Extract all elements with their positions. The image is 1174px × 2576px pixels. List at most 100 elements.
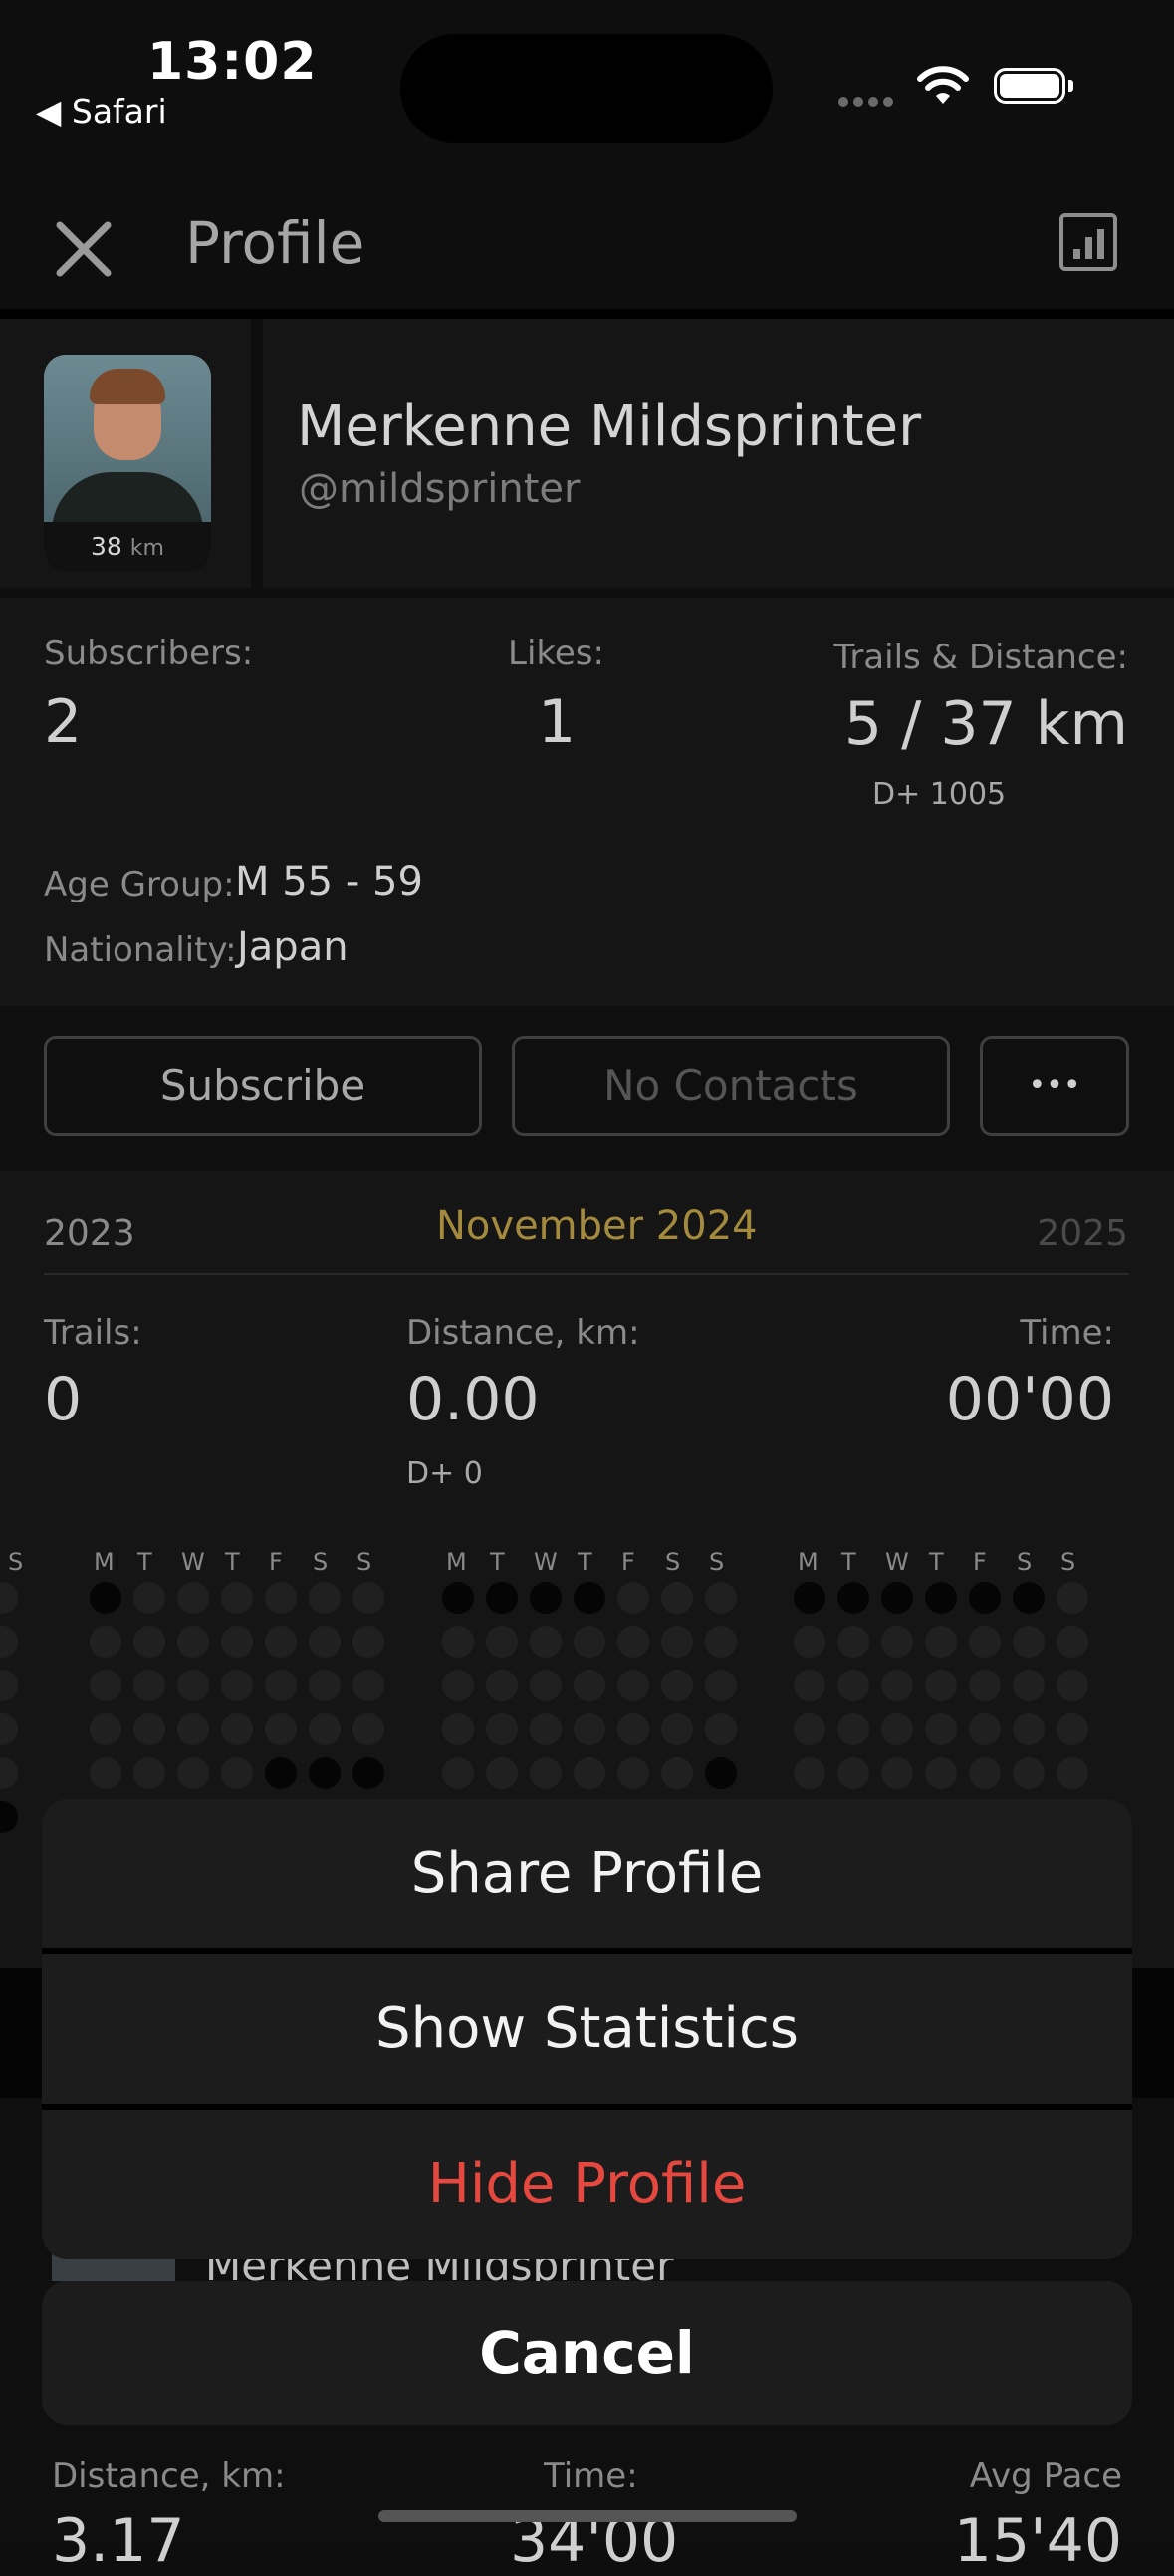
calendar-day-dot xyxy=(530,1626,562,1658)
calendar-day-dot xyxy=(794,1582,825,1614)
prev-year-tab[interactable]: 2023 xyxy=(44,1213,135,1254)
month-time-value: 00'00 xyxy=(945,1365,1114,1434)
calendar-day-dot xyxy=(574,1626,605,1658)
calendar-day-dot xyxy=(265,1582,297,1614)
next-year-tab[interactable]: 2025 xyxy=(1037,1213,1128,1254)
calendar-day-dot xyxy=(969,1757,1001,1789)
calendar-day-dot xyxy=(177,1626,209,1658)
calendar-day-dot xyxy=(969,1582,1001,1614)
calendar-day-dot xyxy=(265,1713,297,1745)
month-trails-label: Trails: xyxy=(44,1313,142,1353)
calendar-day-dot xyxy=(837,1582,869,1614)
home-indicator xyxy=(378,2510,797,2522)
hide-profile-button[interactable]: Hide Profile xyxy=(42,2110,1132,2259)
subscribe-button[interactable]: Subscribe xyxy=(44,1036,482,1136)
more-options-button[interactable]: ••• xyxy=(980,1036,1129,1136)
divider xyxy=(0,309,1174,319)
calendar-day-dot xyxy=(90,1626,121,1658)
activity-pace-label: Avg Pace xyxy=(969,2456,1122,2496)
calendar-day-dot xyxy=(1013,1626,1045,1658)
calendar-day-dot xyxy=(1057,1582,1088,1614)
calendar-day-dot xyxy=(925,1626,957,1658)
weekday-label: T xyxy=(225,1548,240,1576)
calendar-day-dot xyxy=(969,1626,1001,1658)
page-title: Profile xyxy=(185,209,365,277)
calendar-day-dot xyxy=(90,1757,121,1789)
calendar-day-dot xyxy=(221,1582,253,1614)
weekday-label: F xyxy=(973,1548,987,1576)
close-icon[interactable] xyxy=(50,215,117,283)
profile-name: Merkenne Mildsprinter xyxy=(297,394,922,459)
current-month-tab[interactable]: November 2024 xyxy=(436,1203,758,1249)
age-group-label: Age Group: xyxy=(44,865,235,904)
share-profile-button[interactable]: Share Profile xyxy=(42,1799,1132,1948)
weekday-label: S xyxy=(709,1548,725,1576)
calendar-day-dot xyxy=(617,1582,649,1614)
profile-handle: @mildsprinter xyxy=(299,466,581,512)
weekday-label: F xyxy=(269,1548,283,1576)
weekday-label: W xyxy=(534,1548,558,1576)
statistics-chart-icon[interactable] xyxy=(1059,213,1117,271)
calendar-day-dot xyxy=(925,1582,957,1614)
dynamic-island xyxy=(400,34,773,143)
calendar-day-dot xyxy=(352,1757,384,1789)
show-statistics-button[interactable]: Show Statistics xyxy=(42,1954,1132,2104)
calendar-day-dot xyxy=(133,1757,165,1789)
calendar-day-dot xyxy=(574,1582,605,1614)
calendar-day-dot xyxy=(133,1670,165,1701)
calendar-day-dot xyxy=(133,1713,165,1745)
weekday-label: W xyxy=(885,1548,909,1576)
calendar-day-dot xyxy=(794,1670,825,1701)
calendar-day-dot xyxy=(530,1670,562,1701)
calendar-day-dot xyxy=(442,1582,474,1614)
subscribers-value[interactable]: 2 xyxy=(44,687,82,757)
no-contacts-button[interactable]: No Contacts xyxy=(512,1036,950,1136)
calendar-day-dot xyxy=(486,1582,518,1614)
battery-tip xyxy=(1068,80,1073,92)
likes-label: Likes: xyxy=(508,634,604,673)
calendar-day-dot xyxy=(661,1626,693,1658)
calendar-day-dot xyxy=(837,1757,869,1789)
calendar-day-dot xyxy=(221,1670,253,1701)
month-trails-value: 0 xyxy=(44,1365,83,1434)
activity-distance-value: 3.17 xyxy=(52,2506,185,2576)
calendar-day-dot xyxy=(90,1582,121,1614)
calendar-day-dot xyxy=(1013,1713,1045,1745)
calendar-day-dot xyxy=(530,1582,562,1614)
calendar-day-dot xyxy=(221,1713,253,1745)
calendar-day-dot xyxy=(442,1626,474,1658)
calendar-day-dot xyxy=(617,1757,649,1789)
calendar-day-dot xyxy=(661,1713,693,1745)
subscribers-label: Subscribers: xyxy=(44,634,254,673)
calendar-day-dot xyxy=(1057,1626,1088,1658)
action-sheet: Share Profile Show Statistics Hide Profi… xyxy=(42,1799,1132,2259)
trails-distance-label: Trails & Distance: xyxy=(833,638,1128,677)
calendar-day-dot xyxy=(486,1757,518,1789)
calendar-day-dot xyxy=(837,1670,869,1701)
month-distance-value: 0.00 xyxy=(406,1365,540,1434)
calendar-day-dot xyxy=(661,1757,693,1789)
likes-value[interactable]: 1 xyxy=(538,687,576,757)
calendar-day-dot xyxy=(442,1670,474,1701)
avatar-distance: 38 km xyxy=(44,522,211,572)
calendar-day-dot xyxy=(309,1713,341,1745)
avatar[interactable]: 38 km xyxy=(44,355,211,572)
cancel-button[interactable]: Cancel xyxy=(42,2281,1132,2425)
calendar-day-dot xyxy=(574,1713,605,1745)
month-elevation: D+ 0 xyxy=(406,1456,483,1491)
calendar-day-dot xyxy=(309,1670,341,1701)
calendar-day-dot xyxy=(177,1713,209,1745)
calendar-day-dot xyxy=(90,1713,121,1745)
weekday-label: T xyxy=(578,1548,592,1576)
weekday-label: T xyxy=(490,1548,505,1576)
back-to-safari[interactable]: ◀ Safari xyxy=(36,92,167,130)
calendar-day-dot xyxy=(881,1757,913,1789)
calendar-day-dot xyxy=(705,1582,737,1614)
calendar-day-dot xyxy=(705,1713,737,1745)
calendar-day-dot xyxy=(265,1626,297,1658)
calendar-day-dot xyxy=(574,1757,605,1789)
activity-distance-label: Distance, km: xyxy=(52,2456,286,2496)
calendar-day-dot xyxy=(221,1757,253,1789)
calendar-day-dot xyxy=(309,1757,341,1789)
calendar-day-dot xyxy=(794,1757,825,1789)
